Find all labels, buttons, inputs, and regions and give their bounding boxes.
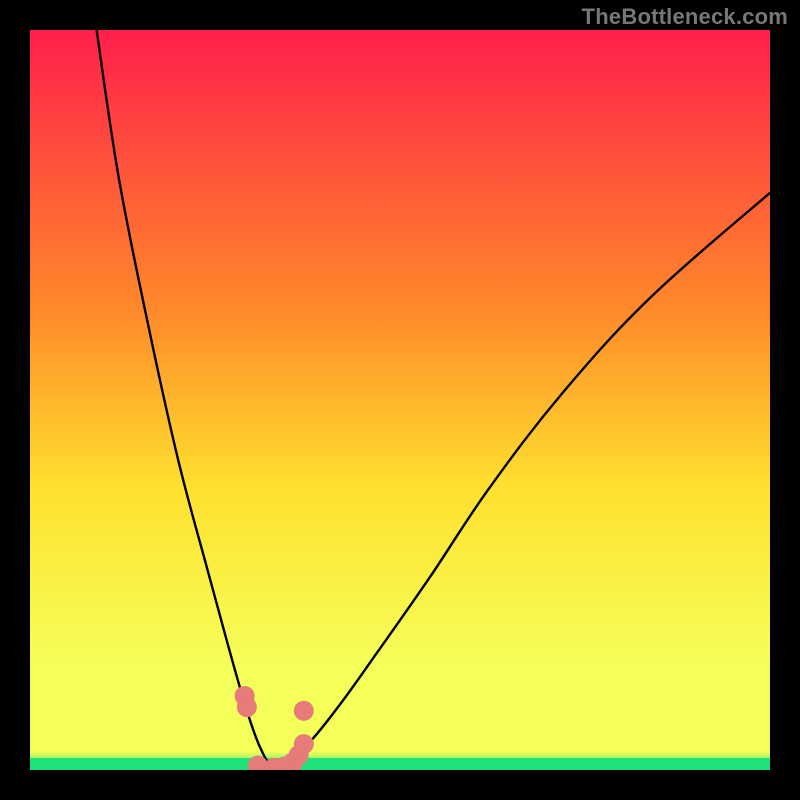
plot-background [30,30,770,770]
green-baseline [30,758,770,770]
chart-svg [30,30,770,770]
marker-dot [294,734,314,754]
marker-dot [237,697,257,717]
watermark-text: TheBottleneck.com [582,4,788,30]
marker-dot [294,701,314,721]
chart-frame: TheBottleneck.com [0,0,800,800]
